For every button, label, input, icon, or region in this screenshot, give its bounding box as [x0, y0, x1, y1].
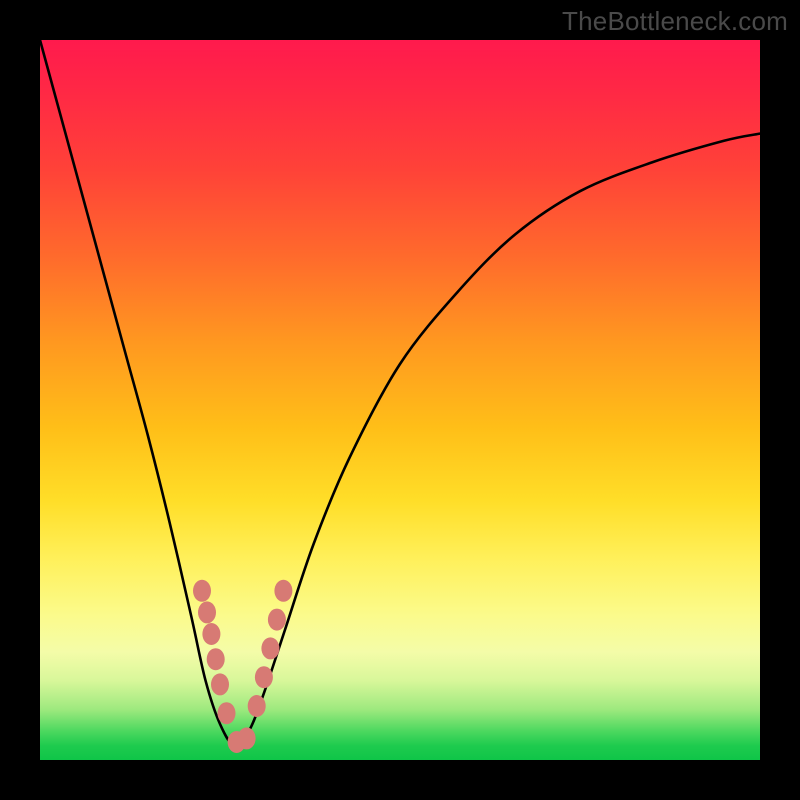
marker-dot: [238, 727, 256, 749]
curve-svg: [40, 40, 760, 760]
marker-dot: [193, 580, 211, 602]
marker-dot: [268, 609, 286, 631]
chart-frame: TheBottleneck.com: [0, 0, 800, 800]
marker-dot: [255, 666, 273, 688]
marker-dot: [207, 648, 225, 670]
marker-dot: [202, 623, 220, 645]
bottleneck-curve: [40, 40, 760, 746]
marker-dots: [193, 580, 292, 753]
watermark-text: TheBottleneck.com: [562, 6, 788, 37]
marker-dot: [198, 601, 216, 623]
plot-area: [40, 40, 760, 760]
marker-dot: [211, 673, 229, 695]
marker-dot: [218, 702, 236, 724]
marker-dot: [274, 580, 292, 602]
marker-dot: [261, 637, 279, 659]
marker-dot: [248, 695, 266, 717]
